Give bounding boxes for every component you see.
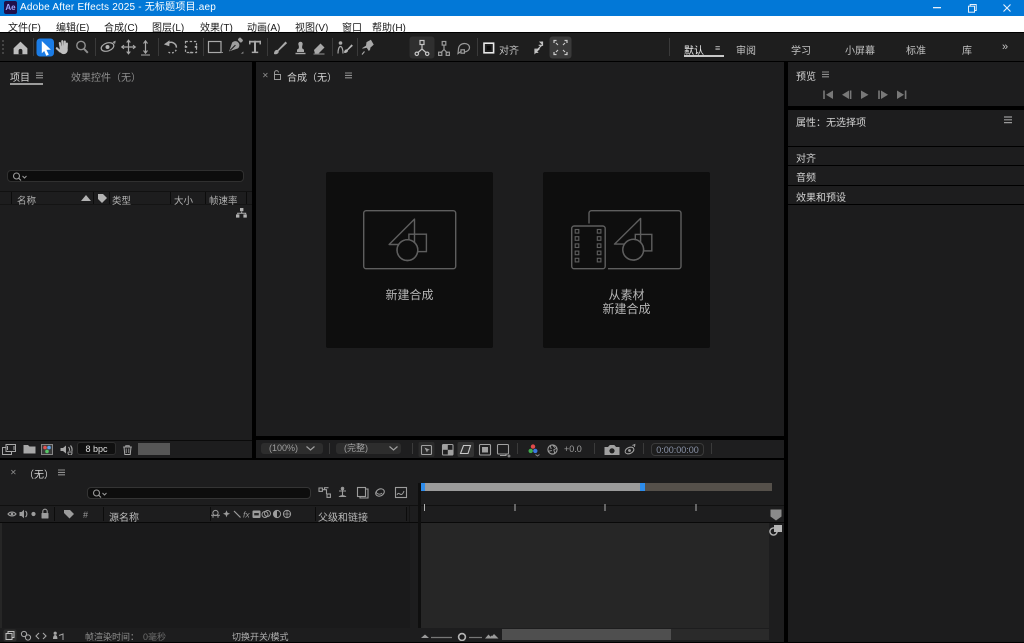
svg-text:#: #	[83, 510, 88, 520]
svg-text:fx: fx	[243, 510, 250, 520]
